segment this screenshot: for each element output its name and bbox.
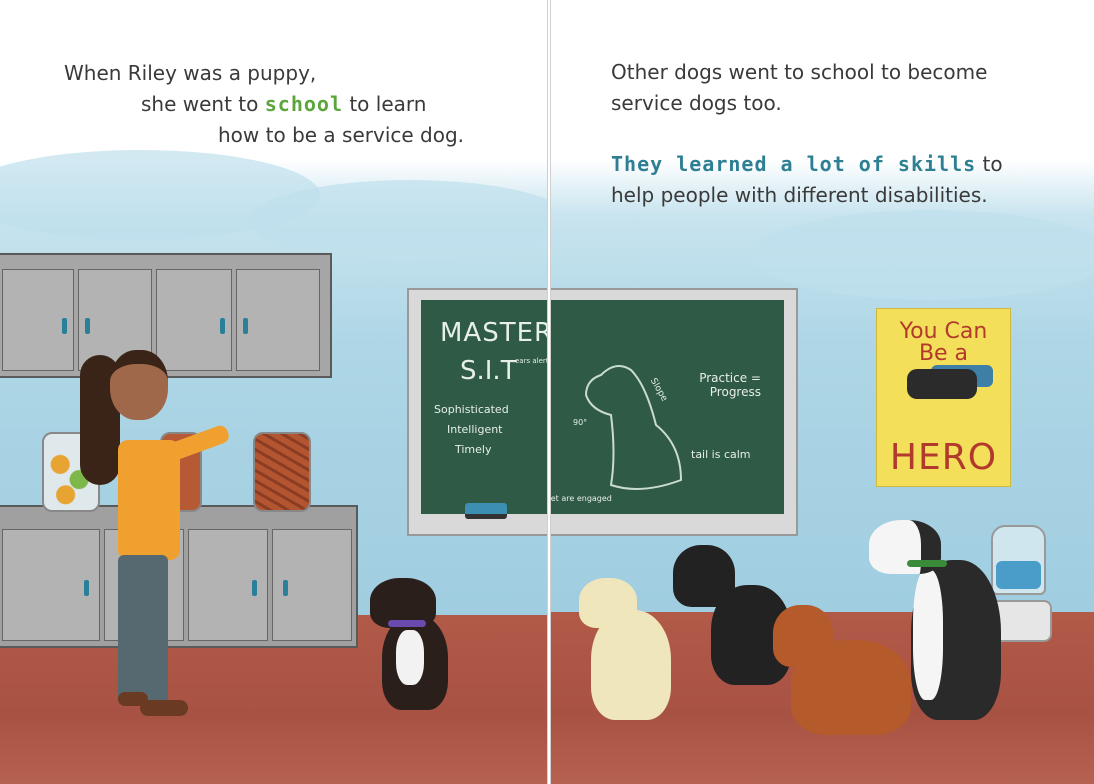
- highlight-school: school: [264, 92, 343, 116]
- handle: [85, 318, 90, 334]
- handle: [252, 580, 257, 596]
- dog-chest: [396, 630, 424, 685]
- cabinet-door: [156, 269, 232, 371]
- handle: [220, 318, 225, 334]
- paint-wash: [751, 210, 1094, 300]
- story-text-line1: Other dogs went to school to become: [611, 60, 988, 84]
- text: she went to: [141, 92, 265, 116]
- chalk-item: Timely: [455, 443, 492, 456]
- dog-chest: [913, 570, 943, 700]
- cabinet-door: [188, 529, 268, 641]
- story-text-line3: They learned a lot of skills to: [611, 149, 1003, 180]
- handle: [243, 318, 248, 334]
- story-text-line2: service dogs too.: [611, 91, 782, 115]
- chalk-ears-note: ears alert: [515, 357, 548, 365]
- shoe: [140, 700, 188, 716]
- chalk-title: MASTER A PROPER: [440, 318, 548, 348]
- handle: [62, 318, 67, 334]
- chalk-item: Intelligent: [447, 423, 503, 436]
- hero-poster: You Can Be a HERO: [876, 308, 1011, 487]
- upper-cabinets: [0, 253, 332, 378]
- left-page: When Riley was a puppy, she went to scho…: [0, 0, 548, 784]
- chalk-item: Sophisticated: [434, 403, 509, 416]
- collar: [388, 620, 426, 627]
- dog-head: [673, 545, 735, 607]
- cabinet-door: [2, 269, 74, 371]
- poster-line3: HERO: [889, 437, 998, 478]
- cabinet-door: [2, 529, 100, 641]
- collar: [907, 560, 947, 567]
- story-text-line3: how to be a service dog.: [218, 123, 465, 147]
- handle: [84, 580, 89, 596]
- caped-dog-icon: [907, 369, 977, 399]
- dog-head: [579, 578, 637, 628]
- treat-jar: [253, 432, 311, 512]
- water: [996, 561, 1041, 589]
- dog-head: [773, 605, 833, 667]
- poster-line1: You Can: [899, 319, 988, 344]
- chalk-feet-note: feet are engaged: [550, 494, 612, 503]
- eraser: [465, 503, 507, 519]
- pants: [118, 555, 168, 705]
- poster-line2: Be a: [918, 341, 969, 366]
- face: [110, 350, 168, 420]
- right-page: Other dogs went to school to become serv…: [550, 0, 1094, 784]
- chalk-acronym: S.I.T: [460, 356, 517, 386]
- text: to: [976, 152, 1003, 176]
- text: to learn: [342, 92, 427, 116]
- water-dispenser: [991, 525, 1046, 595]
- story-text-line2: she went to school to learn: [141, 89, 426, 120]
- shoe: [118, 692, 148, 706]
- chalk-angle-note: 90°: [573, 418, 588, 427]
- handle: [283, 580, 288, 596]
- cabinet-door: [236, 269, 320, 371]
- story-text-line4: help people with different disabilities.: [611, 183, 988, 207]
- chalk-tail-note: tail is calm: [691, 448, 751, 461]
- cabinet-door: [272, 529, 352, 641]
- highlight-skills: They learned a lot of skills: [611, 152, 977, 176]
- story-text-line1: When Riley was a puppy,: [64, 61, 317, 85]
